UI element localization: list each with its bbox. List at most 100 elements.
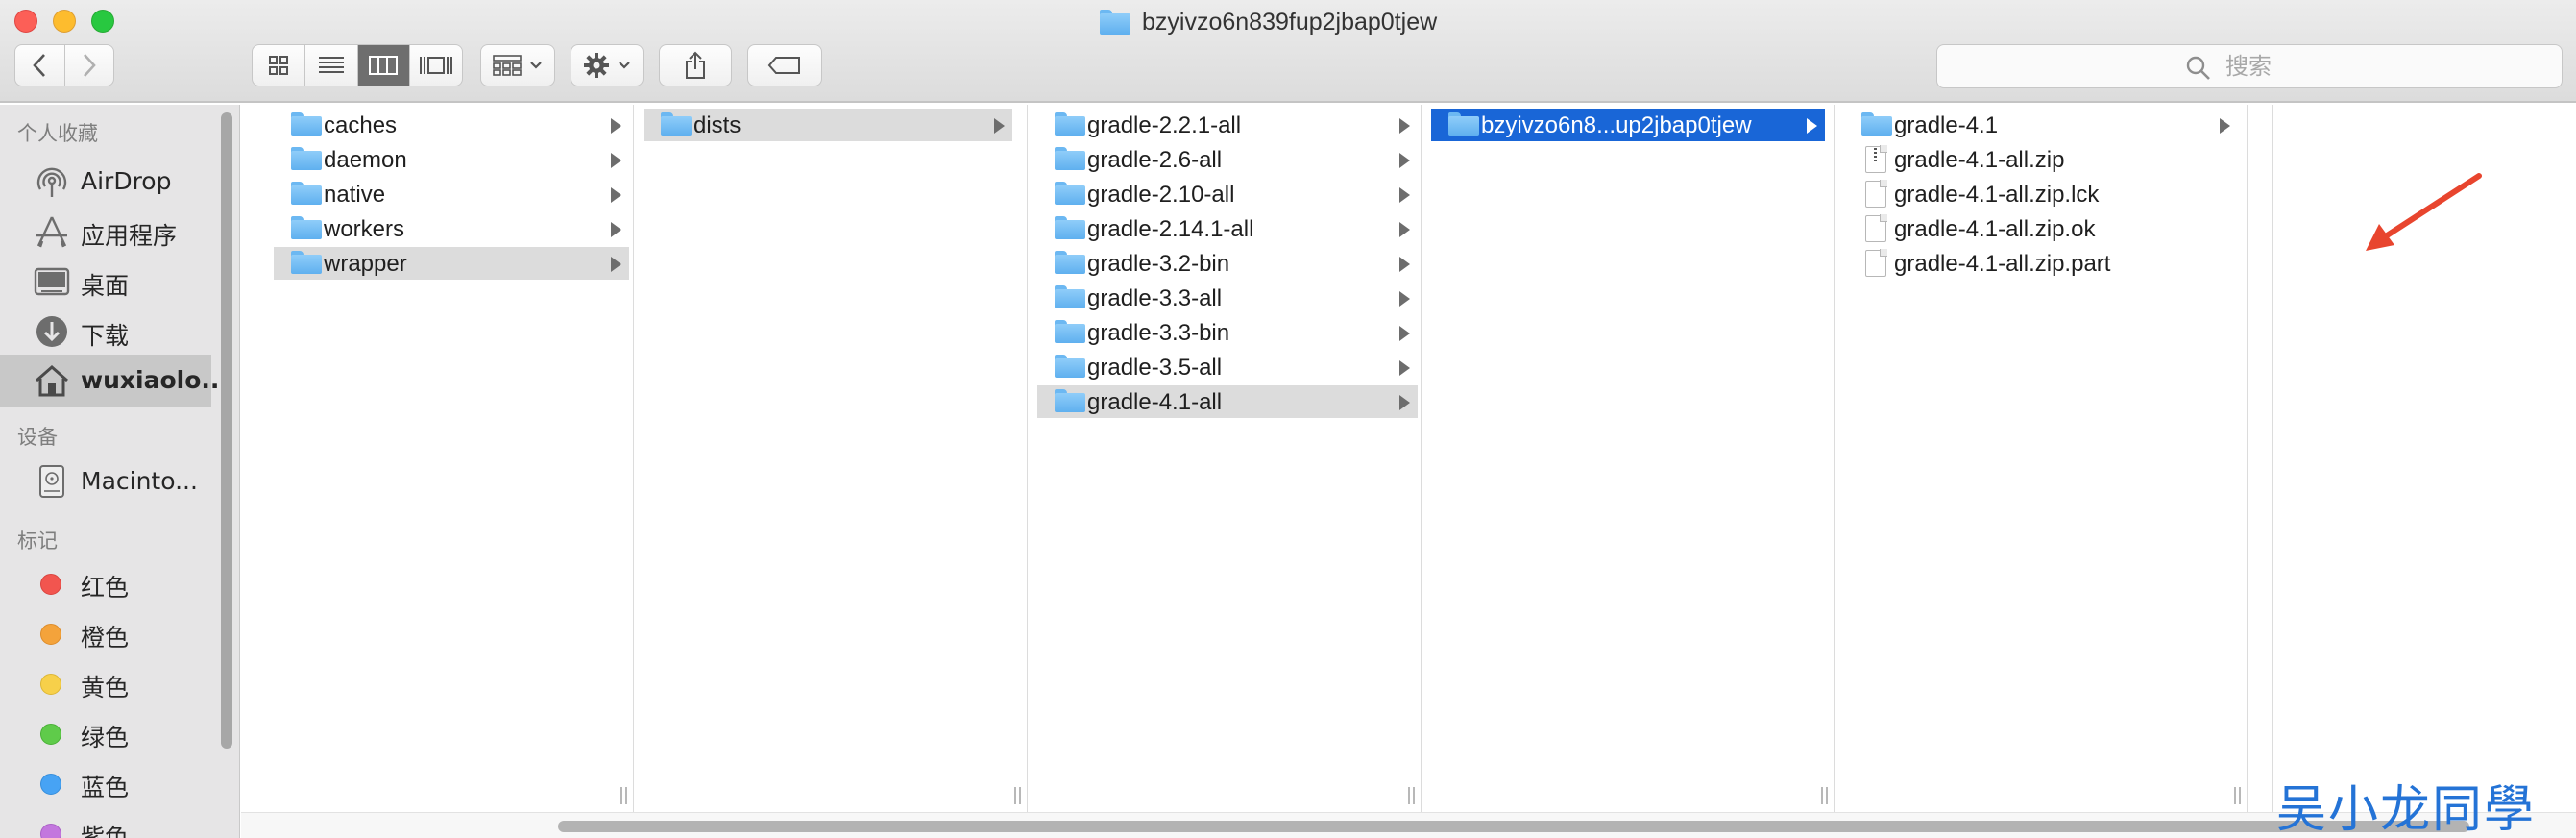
sidebar-scrollbar[interactable] (221, 112, 232, 749)
column-resize-handle[interactable] (1011, 787, 1023, 806)
window-title: bzyivzo6n839fup2jbap0tjew (1100, 6, 1437, 38)
applications-icon (36, 216, 67, 248)
horizontal-scrollbar[interactable] (241, 812, 2576, 838)
sidebar-item-airdrop[interactable]: AirDrop (0, 159, 211, 205)
sidebar-tag-red[interactable]: 红色 (0, 560, 211, 606)
item-label: native (324, 182, 386, 208)
item-label: workers (324, 216, 405, 242)
chevron-right-icon (611, 187, 621, 203)
folder-icon (291, 182, 322, 205)
list-item-gradle-4-1-all[interactable]: gradle-4.1-all (1037, 385, 1418, 418)
folder-icon (1055, 251, 1085, 274)
view-mode-segmented-control (252, 44, 463, 86)
item-label: gradle-4.1-all (1087, 389, 1223, 415)
sidebar-item-desktop[interactable]: 桌面 (0, 259, 211, 305)
sidebar-item-applications[interactable]: 应用程序 (0, 209, 211, 255)
horizontal-scrollbar-thumb[interactable] (558, 821, 2469, 832)
list-item-gradle-4-1[interactable]: gradle-4.1 (1844, 109, 2238, 141)
list-item-bzyivzo6n839fup2jbap0tjew[interactable]: bzyivzo6n8...up2jbap0tjew (1431, 109, 1825, 141)
column-5: gradle-4.1 gradle-4.1-all.zip gradle-4.1… (1835, 105, 2248, 812)
folder-icon (291, 112, 322, 136)
minimize-window-button[interactable] (53, 10, 76, 33)
list-view-button[interactable] (304, 45, 357, 86)
gallery-view-icon (420, 57, 453, 74)
sidebar-item-label: 蓝色 (81, 774, 130, 801)
folder-icon (291, 251, 322, 274)
folder-icon (1861, 112, 1892, 136)
chevron-right-icon (1399, 360, 1410, 376)
desktop-icon (34, 267, 70, 296)
navigation-buttons (14, 44, 114, 86)
item-label: gradle-4.1-all.zip (1894, 147, 2065, 173)
share-button[interactable] (659, 44, 732, 86)
tag-color-dot (40, 674, 61, 695)
list-item-daemon[interactable]: daemon (274, 143, 629, 176)
list-item-gradle-2-2-1-all[interactable]: gradle-2.2.1-all (1037, 109, 1418, 141)
gallery-view-button[interactable] (409, 45, 462, 86)
sidebar-item-macintosh-hd[interactable]: Macinto... (0, 458, 211, 505)
list-item-workers[interactable]: workers (274, 212, 629, 245)
list-item-gradle-2-10-all[interactable]: gradle-2.10-all (1037, 178, 1418, 210)
column-resize-handle[interactable] (2231, 787, 2243, 806)
search-field[interactable] (1936, 44, 2563, 88)
column-view-button[interactable] (356, 45, 410, 86)
list-item-native[interactable]: native (274, 178, 629, 210)
chevron-right-icon (2220, 118, 2230, 134)
column-resize-handle[interactable] (1405, 787, 1417, 806)
icon-view-button[interactable] (253, 45, 304, 86)
column-resize-handle[interactable] (618, 787, 629, 806)
list-item-gradle-4-1-all-zip-ok[interactable]: gradle-4.1-all.zip.ok (1844, 212, 2238, 245)
folder-icon (291, 216, 322, 239)
item-label: dists (693, 112, 741, 138)
arrange-menu-button[interactable] (480, 44, 555, 86)
chevron-right-icon (1807, 118, 1817, 134)
forward-button[interactable] (63, 44, 113, 86)
sidebar-tag-green[interactable]: 绿色 (0, 710, 211, 756)
sidebar-item-downloads[interactable]: 下载 (0, 308, 211, 355)
column-1: caches daemon native workers wrapper (264, 105, 634, 812)
list-item-gradle-3-3-bin[interactable]: gradle-3.3-bin (1037, 316, 1418, 349)
list-item-gradle-3-3-all[interactable]: gradle-3.3-all (1037, 282, 1418, 314)
sidebar-item-label: 应用程序 (81, 222, 178, 250)
sidebar-item-home[interactable]: wuxiaolo... (0, 355, 229, 407)
chevron-down-icon (619, 62, 630, 69)
list-item-gradle-3-2-bin[interactable]: gradle-3.2-bin (1037, 247, 1418, 280)
column-4: bzyivzo6n8...up2jbap0tjew (1422, 105, 1835, 812)
zoom-window-button[interactable] (91, 10, 114, 33)
list-item-caches[interactable]: caches (274, 109, 629, 141)
tag-color-dot (40, 824, 61, 838)
sidebar-tag-yellow[interactable]: 黄色 (0, 660, 211, 706)
folder-icon (1055, 389, 1085, 412)
edit-tags-button[interactable] (747, 44, 822, 86)
close-window-button[interactable] (14, 10, 37, 33)
list-item-gradle-4-1-all-zip-part[interactable]: gradle-4.1-all.zip.part (1844, 247, 2238, 280)
file-icon (1865, 214, 1887, 242)
sidebar-tag-orange[interactable]: 橙色 (0, 610, 211, 656)
gear-icon (584, 53, 609, 78)
search-input[interactable] (1937, 45, 2562, 87)
list-item-gradle-4-1-all-zip[interactable]: gradle-4.1-all.zip (1844, 143, 2238, 176)
list-item-gradle-4-1-all-zip-lck[interactable]: gradle-4.1-all.zip.lck (1844, 178, 2238, 210)
column-6 (2248, 105, 2273, 812)
chevron-left-icon (33, 54, 46, 77)
window-title-text: bzyivzo6n839fup2jbap0tjew (1142, 8, 1438, 36)
folder-icon (1448, 112, 1479, 136)
column-resize-handle[interactable] (1818, 787, 1830, 806)
folder-icon (1055, 320, 1085, 343)
list-item-gradle-2-6-all[interactable]: gradle-2.6-all (1037, 143, 1418, 176)
folder-icon (1055, 147, 1085, 170)
tag-icon (767, 57, 800, 74)
column-view-icon (369, 56, 399, 75)
sidebar-tag-purple[interactable]: 紫色 (0, 810, 211, 838)
list-item-gradle-3-5-all[interactable]: gradle-3.5-all (1037, 351, 1418, 383)
list-item-gradle-2-14-1-all[interactable]: gradle-2.14.1-all (1037, 212, 1418, 245)
zip-file-icon (1865, 145, 1887, 173)
back-button[interactable] (15, 44, 64, 86)
list-item-wrapper[interactable]: wrapper (274, 247, 629, 280)
sidebar-tag-blue[interactable]: 蓝色 (0, 760, 211, 806)
chevron-right-icon (1399, 326, 1410, 341)
list-item-dists[interactable]: dists (644, 109, 1012, 141)
action-menu-button[interactable] (571, 44, 644, 86)
sidebar-item-label: Macinto... (81, 467, 198, 495)
home-icon (36, 365, 68, 397)
